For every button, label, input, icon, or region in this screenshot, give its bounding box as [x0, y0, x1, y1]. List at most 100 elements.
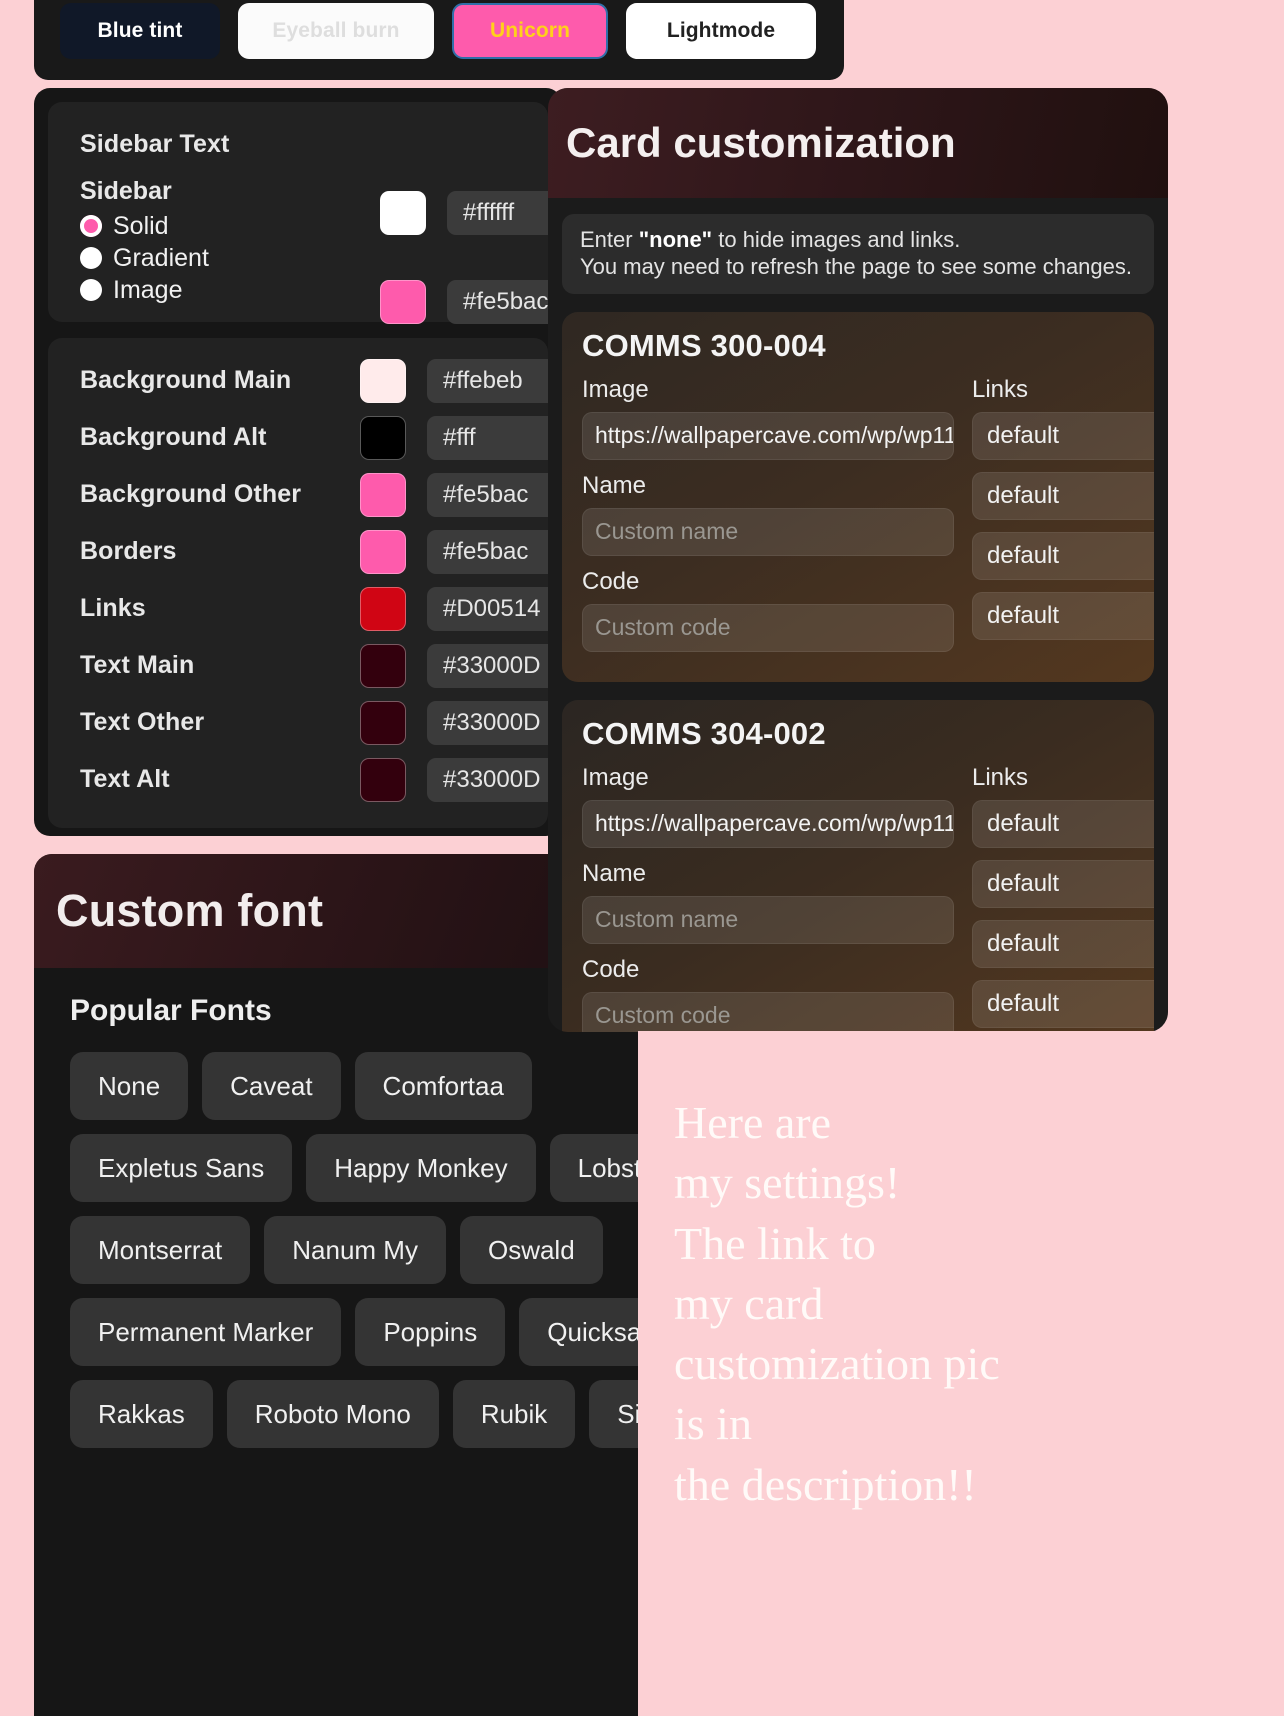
font-chip[interactable]: Roboto Mono: [226, 1380, 439, 1448]
note-line-2: You may need to refresh the page to see …: [580, 253, 1132, 279]
color-row: Text Alt #33000D: [48, 751, 647, 808]
color-swatch[interactable]: [360, 529, 406, 574]
color-swatch[interactable]: [360, 643, 406, 688]
note-text: to hide images and links.: [712, 227, 961, 252]
color-swatch[interactable]: [360, 586, 406, 631]
theme-button-lightmode[interactable]: Lightmode: [626, 3, 816, 59]
font-chip[interactable]: Happy Monkey: [306, 1134, 536, 1202]
color-swatch[interactable]: [360, 415, 406, 460]
image-field-label: Image: [582, 763, 649, 791]
comms-card-title: COMMS 304-002: [582, 715, 826, 751]
overlay-note-line: Here are: [674, 1097, 832, 1148]
radio-label: Solid: [113, 211, 169, 240]
font-chip[interactable]: Nanum My: [264, 1216, 446, 1284]
radio-solid-icon[interactable]: [80, 215, 102, 237]
font-chip-grid: None Caveat Comfortaa Expletus Sans Happy Mo…: [34, 1052, 654, 1448]
color-row: Text Main #33000D: [48, 637, 647, 694]
comms-card-columns: Image https://wallpapercave.com/wp/wp11: N…: [562, 376, 1154, 664]
link-select[interactable]: default: [972, 859, 1154, 908]
custom-font-body: Popular Fonts None Caveat Comfortaa Expletu…: [34, 968, 654, 1448]
font-chip[interactable]: Poppins: [355, 1298, 506, 1366]
overlay-note-line: the description!!: [674, 1458, 977, 1510]
theme-button-eyeball-burn[interactable]: Eyeball burn: [238, 3, 434, 59]
link-select[interactable]: default: [972, 531, 1154, 580]
font-chip[interactable]: Rubik: [452, 1380, 576, 1448]
card-customization-header: Card customization: [548, 88, 1168, 198]
name-field-label: Name: [582, 471, 647, 499]
card-customization-panel: Card customization Enter "none" to hide …: [548, 88, 1168, 1032]
color-row-label: Text Main: [80, 651, 195, 679]
color-swatch[interactable]: [360, 472, 406, 517]
custom-code-input[interactable]: Custom code: [582, 991, 954, 1032]
row-label: Sidebar Text: [80, 130, 230, 158]
font-chip[interactable]: Expletus Sans: [70, 1134, 293, 1202]
colors-panel: Sidebar Text Sidebar Solid Gradient Imag…: [34, 88, 667, 836]
comms-card-title: COMMS 300-004: [582, 327, 826, 363]
screenshot-root: Blue tint Eyeball burn Unicorn Lightmode…: [0, 0, 1284, 1716]
comms-links-column: Links default default default default: [954, 376, 1154, 664]
comms-card: COMMS 304-002 Image https://wallpapercave.…: [562, 699, 1154, 1032]
links-column-label: Links: [972, 375, 1029, 403]
overlay-note-line: my card: [674, 1277, 824, 1329]
note-line-1: Enter "none" to hide images and links.: [580, 227, 1136, 254]
name-field-label: Name: [582, 859, 647, 887]
comms-cards-container: COMMS 300-004 Image https://wallpapercave.…: [548, 311, 1168, 1032]
image-url-input[interactable]: https://wallpapercave.com/wp/wp11:: [582, 799, 954, 848]
color-row: Background Alt #fff: [48, 409, 647, 466]
overlay-note-line: The link to: [674, 1217, 876, 1269]
custom-code-input[interactable]: Custom code: [582, 603, 954, 652]
link-select[interactable]: default: [972, 471, 1154, 520]
font-chip[interactable]: Montserrat: [70, 1216, 251, 1284]
note-text: Enter: [580, 227, 639, 252]
color-row: Text Other #33000D: [48, 694, 647, 751]
theme-button-unicorn[interactable]: Unicorn: [452, 3, 608, 59]
font-chip[interactable]: Caveat: [202, 1052, 341, 1120]
color-swatch-sidebar[interactable]: [380, 280, 426, 324]
comms-fields-column: Image https://wallpapercave.com/wp/wp11: N…: [562, 764, 954, 1032]
font-chip[interactable]: Comfortaa: [354, 1052, 532, 1120]
comms-fields-column: Image https://wallpapercave.com/wp/wp11: N…: [562, 376, 954, 664]
image-url-input[interactable]: https://wallpapercave.com/wp/wp11:: [582, 411, 954, 460]
color-row-label: Borders: [80, 537, 177, 565]
color-swatch[interactable]: [360, 358, 406, 403]
comms-card: COMMS 300-004 Image https://wallpapercave.…: [562, 311, 1154, 682]
color-swatch[interactable]: [360, 700, 406, 745]
font-chip[interactable]: Rakkas: [70, 1380, 213, 1448]
color-swatch-sidebar-text[interactable]: [380, 191, 426, 235]
colors-group: Background Main #ffebeb Background Alt #fff…: [48, 338, 647, 828]
link-select[interactable]: default: [972, 799, 1154, 848]
theme-selector-panel: Blue tint Eyeball burn Unicorn Lightmode: [34, 0, 844, 80]
link-select[interactable]: default: [972, 919, 1154, 968]
font-chip[interactable]: Permanent Marker: [70, 1298, 342, 1366]
radio-gradient-icon[interactable]: [80, 247, 102, 269]
radio-row-gradient[interactable]: Gradient: [80, 242, 548, 274]
comms-links-column: Links default default default default: [954, 764, 1154, 1032]
image-field-label: Image: [582, 375, 649, 403]
link-select[interactable]: default: [972, 591, 1154, 640]
color-row: Links #D00514: [48, 580, 647, 637]
code-field-label: Code: [582, 955, 640, 983]
color-row-label: Background Main: [80, 366, 292, 394]
theme-button-blue-tint[interactable]: Blue tint: [60, 3, 220, 59]
radio-label: Gradient: [113, 243, 209, 272]
comms-card-columns: Image https://wallpapercave.com/wp/wp11: N…: [562, 764, 1154, 1032]
link-select[interactable]: default: [972, 411, 1154, 460]
radio-image-icon[interactable]: [80, 279, 102, 301]
font-chip[interactable]: Oswald: [459, 1216, 603, 1284]
custom-font-title: Custom font: [56, 885, 324, 936]
custom-name-input[interactable]: Custom name: [582, 895, 954, 944]
overlay-note: Here are my settings! The link to my card cu…: [638, 1031, 1284, 1716]
font-chip[interactable]: Quicksand: [519, 1298, 654, 1366]
color-row-label: Text Alt: [80, 765, 170, 793]
radio-label: Image: [113, 275, 183, 304]
color-swatch[interactable]: [360, 757, 406, 802]
card-customization-note: Enter "none" to hide images and links. Y…: [562, 214, 1154, 294]
font-chip[interactable]: None: [70, 1052, 189, 1120]
color-row: Borders #fe5bac: [48, 523, 647, 580]
link-select[interactable]: default: [972, 979, 1154, 1028]
code-field-label: Code: [582, 567, 640, 595]
color-row: Background Main #ffebeb: [48, 352, 647, 409]
custom-name-input[interactable]: Custom name: [582, 507, 954, 556]
color-row-label: Background Alt: [80, 423, 267, 451]
overlay-note-line: customization pic: [674, 1338, 1000, 1389]
